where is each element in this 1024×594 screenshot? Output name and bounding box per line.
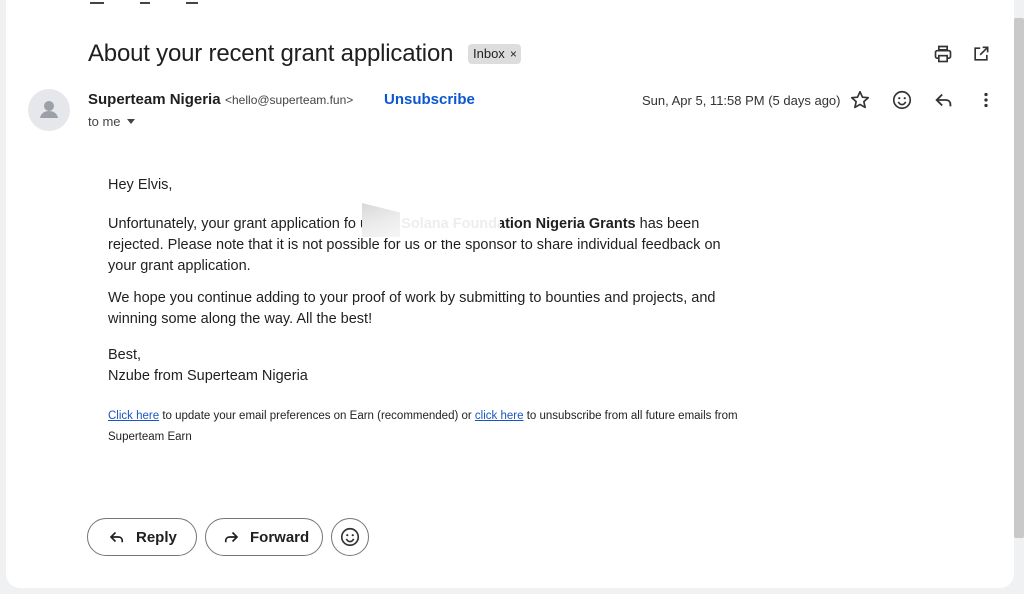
star-icon[interactable] [848,88,872,112]
recipient-details-toggle[interactable]: to me [88,114,135,129]
forward-button-label: Forward [250,528,310,546]
chevron-down-icon [126,119,135,125]
footer-text-1: to update your email preferences on Earn… [159,410,475,422]
more-vert-icon[interactable] [974,88,998,112]
email-subject: About your recent grant application [88,40,454,67]
p1-text-a: Unfortunately, your grant application fo [108,216,356,232]
print-icon[interactable] [931,42,955,66]
body-paragraph-2: We hope you continue adding to your proo… [108,290,716,327]
add-reaction-icon[interactable] [890,88,914,112]
inbox-label-chip[interactable]: Inbox × [468,44,521,64]
inbox-label-text: Inbox [473,46,505,61]
forward-button[interactable]: Forward [205,518,323,556]
default-avatar-icon [28,89,70,131]
forward-icon [224,531,239,543]
email-date: Sun, Apr 5, 11:58 PM (5 days ago) [642,93,841,108]
react-emoji-button[interactable] [331,518,369,556]
open-in-new-window-icon[interactable] [969,42,993,66]
email-view: About your recent grant application Inbo… [6,0,1014,588]
redaction-blur [400,206,500,240]
toolbar-remnant [90,0,230,4]
reply-button-label: Reply [136,528,177,546]
greeting: Hey Elvis, [108,177,173,193]
signoff: Best, [108,347,142,363]
sender-email: <hello@superteam.fun> [225,93,354,107]
unsubscribe-link[interactable]: Unsubscribe [384,91,475,108]
email-footer: Click here to update your email preferen… [108,406,748,448]
add-reaction-icon [340,527,360,547]
reply-button[interactable]: Reply [87,518,197,556]
scrollbar[interactable] [1014,18,1024,538]
recipient-text: to me [88,114,121,129]
remove-label-icon[interactable]: × [510,47,517,61]
unsubscribe-all-link[interactable]: click here [475,410,524,422]
preferences-link[interactable]: Click here [108,410,159,422]
signature: Nzube from Superteam Nigeria [108,368,308,384]
reply-icon[interactable] [932,88,956,112]
redaction-mark [362,203,400,237]
reply-icon [109,531,124,543]
sender-name: Superteam Nigeria [88,91,221,108]
